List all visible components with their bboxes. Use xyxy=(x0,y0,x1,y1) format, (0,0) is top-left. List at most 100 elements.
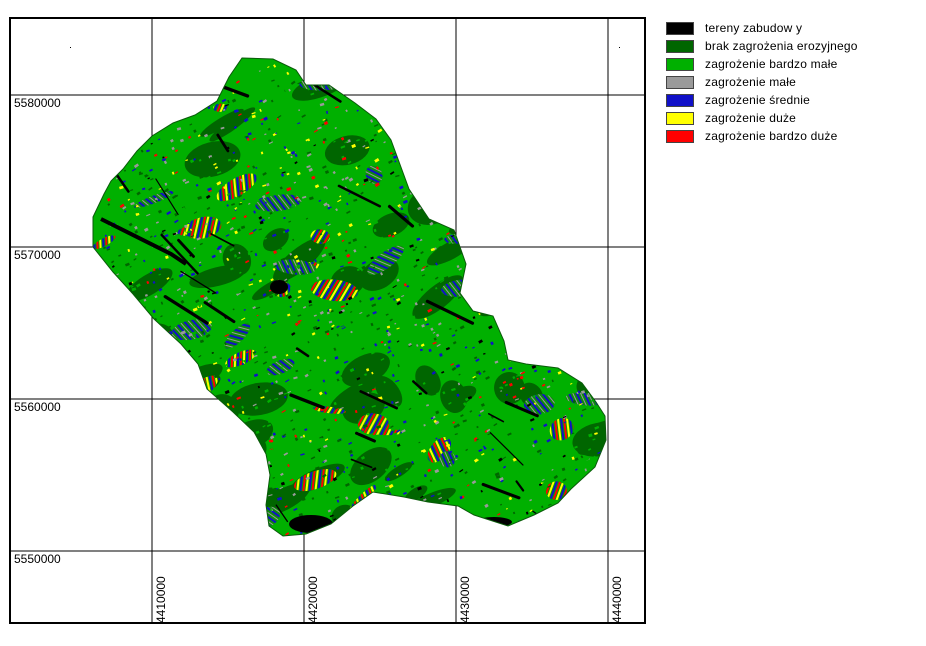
risk-texture-patch xyxy=(579,351,604,373)
raster-speck xyxy=(446,69,452,74)
raster-speck xyxy=(399,58,404,60)
raster-speck xyxy=(501,145,507,150)
raster-speck xyxy=(224,414,230,420)
raster-speck xyxy=(429,200,433,204)
raster-speck xyxy=(506,241,511,245)
raster-speck xyxy=(579,327,583,332)
raster-speck xyxy=(207,66,212,70)
raster-speck xyxy=(142,517,146,522)
raster-speck xyxy=(342,532,346,535)
raster-speck xyxy=(416,100,421,105)
raster-speck xyxy=(419,133,423,137)
raster-speck xyxy=(264,529,270,533)
raster-speck xyxy=(384,538,387,541)
raster-speck xyxy=(250,438,255,443)
raster-speck xyxy=(100,488,105,491)
raster-speck xyxy=(142,439,146,442)
raster-speck xyxy=(608,490,613,494)
raster-speck xyxy=(572,341,577,346)
raster-speck xyxy=(485,149,489,152)
raster-speck xyxy=(222,469,227,473)
raster-speck xyxy=(173,509,178,513)
raster-speck xyxy=(437,145,442,148)
raster-speck xyxy=(112,368,115,372)
raster-speck xyxy=(586,152,591,156)
legend-item-no-risk: brak zagrożenia erozyjnego xyxy=(666,37,858,55)
legend-label-no-risk: brak zagrożenia erozyjnego xyxy=(705,39,858,53)
raster-speck xyxy=(422,62,426,67)
raster-speck xyxy=(501,537,503,539)
raster-speck xyxy=(576,197,579,200)
raster-speck xyxy=(147,447,152,451)
raster-speck xyxy=(171,486,175,491)
raster-speck xyxy=(520,333,526,338)
raster-speck xyxy=(433,172,438,176)
raster-speck xyxy=(511,243,515,247)
raster-speck xyxy=(551,176,555,179)
raster-speck xyxy=(190,441,195,446)
raster-speck xyxy=(584,85,588,88)
raster-speck xyxy=(275,536,278,539)
raster-speck xyxy=(122,455,125,458)
raster-speck xyxy=(100,266,103,269)
raster-speck xyxy=(524,287,529,291)
raster-speck xyxy=(477,285,481,289)
raster-speck xyxy=(104,275,109,280)
raster-speck xyxy=(216,73,220,77)
raster-speck xyxy=(249,520,253,524)
raster-speck xyxy=(93,346,98,351)
raster-speck xyxy=(93,516,97,521)
raster-speck xyxy=(380,511,385,515)
raster-speck xyxy=(114,529,117,533)
raster-speck xyxy=(425,124,429,128)
raster-speck xyxy=(567,522,570,526)
raster-speck xyxy=(244,478,250,483)
raster-speck xyxy=(553,346,557,350)
built-up-streak xyxy=(164,452,212,481)
raster-speck xyxy=(233,529,237,533)
raster-speck xyxy=(167,504,173,509)
risk-texture-patch xyxy=(125,418,151,437)
raster-speck xyxy=(144,91,149,95)
no-risk-patch xyxy=(93,88,125,128)
raster-speck xyxy=(419,530,425,535)
raster-speck xyxy=(555,129,559,132)
raster-speck xyxy=(554,76,559,81)
raster-speck xyxy=(207,471,213,474)
raster-speck xyxy=(134,58,138,61)
raster-speck xyxy=(136,106,141,110)
raster-speck xyxy=(508,82,514,88)
raster-speck xyxy=(609,153,612,156)
raster-speck xyxy=(461,101,466,106)
raster-speck xyxy=(579,114,583,118)
raster-speck xyxy=(100,290,104,295)
raster-speck xyxy=(119,146,123,150)
raster-speck xyxy=(314,539,317,542)
raster-speck xyxy=(434,134,438,138)
raster-speck xyxy=(403,139,409,143)
raster-speck xyxy=(393,71,397,75)
raster-speck xyxy=(414,151,418,155)
raster-speck xyxy=(260,505,265,510)
raster-speck xyxy=(105,112,110,117)
raster-speck xyxy=(446,184,449,187)
raster-speck xyxy=(440,206,446,211)
raster-speck xyxy=(177,502,183,506)
raster-speck xyxy=(133,500,137,504)
raster-speck xyxy=(493,209,499,214)
raster-speck xyxy=(214,490,220,494)
raster-speck xyxy=(577,307,581,311)
raster-speck xyxy=(469,223,472,226)
raster-speck xyxy=(521,331,527,334)
raster-speck xyxy=(205,464,210,468)
raster-speck xyxy=(142,107,149,112)
raster-speck xyxy=(428,504,434,507)
raster-speck xyxy=(363,101,368,104)
raster-speck xyxy=(111,131,117,134)
raster-speck xyxy=(104,528,110,533)
raster-speck xyxy=(512,291,516,295)
raster-speck xyxy=(575,305,578,308)
raster-speck xyxy=(546,93,550,98)
raster-speck xyxy=(246,438,252,443)
raster-speck xyxy=(548,234,552,239)
